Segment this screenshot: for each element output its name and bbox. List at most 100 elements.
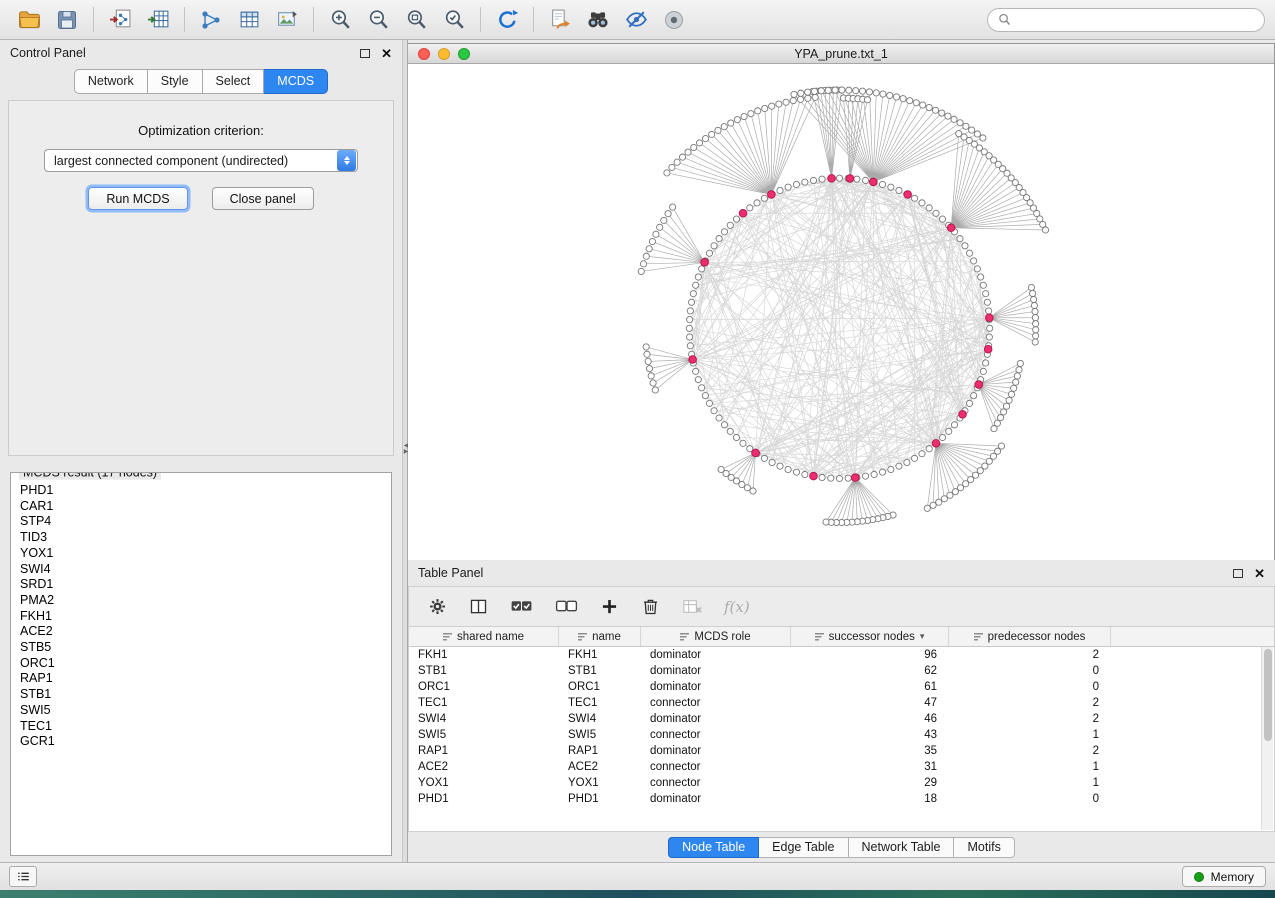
network-node[interactable] <box>711 408 717 414</box>
network-node[interactable] <box>920 102 926 108</box>
network-node[interactable] <box>932 107 938 113</box>
network-node[interactable] <box>971 393 977 399</box>
dominator-node[interactable] <box>984 345 992 353</box>
node-table-row[interactable]: STB1STB1dominator620 <box>409 663 1274 679</box>
network-node[interactable] <box>974 131 980 137</box>
network-node[interactable] <box>643 344 649 350</box>
network-node[interactable] <box>819 474 825 480</box>
network-node[interactable] <box>761 455 767 461</box>
network-node[interactable] <box>859 88 865 94</box>
network-node[interactable] <box>769 459 775 465</box>
network-node[interactable] <box>650 380 656 386</box>
dominator-node[interactable] <box>768 191 776 199</box>
network-node[interactable] <box>871 471 877 477</box>
network-node[interactable] <box>986 308 992 314</box>
network-node[interactable] <box>854 176 860 182</box>
network-node[interactable] <box>939 110 945 116</box>
network-node[interactable] <box>721 422 727 428</box>
mcds-result-item[interactable]: RAP1 <box>20 671 391 687</box>
network-node[interactable] <box>687 343 693 349</box>
network-node[interactable] <box>873 90 879 96</box>
tab-motifs[interactable]: Motifs <box>954 837 1014 858</box>
column-header-MCDS-role[interactable]: MCDS role <box>641 627 791 646</box>
network-node[interactable] <box>693 282 699 288</box>
dominator-node[interactable] <box>689 356 697 364</box>
network-node[interactable] <box>695 274 701 280</box>
network-node[interactable] <box>818 88 824 94</box>
dominator-node[interactable] <box>846 175 854 183</box>
table-scrollbar-thumb[interactable] <box>1264 649 1272 741</box>
network-node[interactable] <box>939 216 945 222</box>
network-node[interactable] <box>747 205 753 211</box>
mcds-result-item[interactable]: STB5 <box>20 640 391 656</box>
network-node[interactable] <box>706 400 712 406</box>
network-node[interactable] <box>727 428 733 434</box>
network-node[interactable] <box>1032 315 1038 321</box>
network-node[interactable] <box>962 243 968 249</box>
column-header-shared-name[interactable]: shared name <box>409 627 559 646</box>
network-node[interactable] <box>1032 339 1038 345</box>
network-node[interactable] <box>933 210 939 216</box>
zoom-fit-button[interactable] <box>397 4 435 36</box>
network-node[interactable] <box>1003 403 1009 409</box>
network-node[interactable] <box>980 282 986 288</box>
network-node[interactable] <box>733 216 739 222</box>
network-node[interactable] <box>762 105 768 111</box>
network-node[interactable] <box>951 422 957 428</box>
network-node[interactable] <box>819 176 825 182</box>
node-table-row[interactable]: ORC1ORC1dominator610 <box>409 679 1274 695</box>
network-node[interactable] <box>846 87 852 93</box>
network-node[interactable] <box>702 135 708 141</box>
close-window-icon[interactable] <box>418 48 430 60</box>
network-node[interactable] <box>880 91 886 97</box>
node-table-row[interactable]: ACE2ACE2connector311 <box>409 759 1274 775</box>
network-node[interactable] <box>679 154 685 160</box>
network-node[interactable] <box>709 131 715 137</box>
column-header-name[interactable]: name <box>559 627 641 646</box>
network-node[interactable] <box>980 135 986 141</box>
network-node[interactable] <box>1014 373 1020 379</box>
dominator-node[interactable] <box>752 449 760 457</box>
save-session-button[interactable] <box>48 4 86 36</box>
network-node[interactable] <box>715 127 721 133</box>
table-scrollbar[interactable] <box>1261 647 1273 830</box>
mcds-result-item[interactable]: ACE2 <box>20 624 391 640</box>
show-columns-button[interactable] <box>468 596 489 617</box>
network-node[interactable] <box>690 291 696 297</box>
node-table-row[interactable]: RAP1RAP1dominator352 <box>409 743 1274 759</box>
network-node[interactable] <box>1033 327 1039 333</box>
new-table-button[interactable] <box>230 4 268 36</box>
network-node[interactable] <box>1033 321 1039 327</box>
network-node[interactable] <box>769 103 775 109</box>
dominator-node[interactable] <box>947 224 955 232</box>
network-node[interactable] <box>986 334 992 340</box>
network-node[interactable] <box>790 98 796 104</box>
zoom-out-button[interactable] <box>359 4 397 36</box>
network-node[interactable] <box>1030 290 1036 296</box>
network-node[interactable] <box>640 261 646 267</box>
network-node[interactable] <box>652 387 658 393</box>
apply-layout-button[interactable] <box>488 4 526 36</box>
network-node[interactable] <box>963 123 969 129</box>
network-node[interactable] <box>836 175 842 181</box>
network-node[interactable] <box>711 243 717 249</box>
network-node[interactable] <box>696 140 702 146</box>
new-network-button[interactable] <box>192 4 230 36</box>
network-node[interactable] <box>664 170 670 176</box>
dominator-node[interactable] <box>810 472 818 480</box>
graphics-details-button[interactable] <box>655 4 693 36</box>
network-node[interactable] <box>653 231 659 237</box>
network-node[interactable] <box>936 499 942 505</box>
network-node[interactable] <box>648 373 654 379</box>
network-node[interactable] <box>748 111 754 117</box>
network-node[interactable] <box>1000 409 1006 415</box>
column-header-successor-nodes[interactable]: successor nodes▾ <box>791 627 949 646</box>
network-node[interactable] <box>969 127 975 133</box>
network-node[interactable] <box>693 368 699 374</box>
criterion-dropdown[interactable]: largest connected component (undirected) <box>44 149 358 172</box>
network-node[interactable] <box>669 164 675 170</box>
network-node[interactable] <box>646 366 652 372</box>
network-node[interactable] <box>828 475 834 481</box>
network-node[interactable] <box>951 116 957 122</box>
network-node[interactable] <box>957 235 963 241</box>
